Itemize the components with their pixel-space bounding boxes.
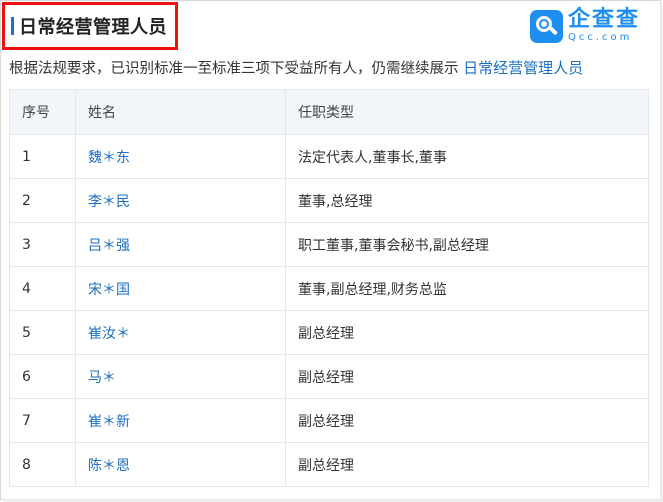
table-row: 7 崔＊新 副总经理 [9, 398, 649, 443]
row-index: 7 [9, 398, 76, 443]
row-role: 职工董事,董事会秘书,副总经理 [285, 222, 649, 267]
title-accent-bar [11, 17, 14, 35]
row-index: 2 [9, 178, 76, 223]
row-index: 8 [9, 442, 76, 487]
table-row: 3 吕＊强 职工董事,董事会秘书,副总经理 [9, 222, 649, 267]
row-role: 副总经理 [285, 310, 649, 355]
row-role: 副总经理 [285, 398, 649, 443]
section-title-highlight: 日常经营管理人员 [2, 2, 178, 50]
regulation-notice: 根据法规要求，已识别标准一至标准三项下受益所有人，仍需继续展示 日常经营管理人员 [9, 57, 583, 78]
person-name-link[interactable]: 崔＊新 [75, 398, 286, 443]
table-row: 4 宋＊国 董事,副总经理,财务总监 [9, 266, 649, 311]
logo-domain: Qcc.com [568, 32, 633, 43]
magnifier-icon [530, 9, 563, 43]
row-index: 5 [9, 310, 76, 355]
row-role: 董事,总经理 [285, 178, 649, 223]
row-index: 4 [9, 266, 76, 311]
person-name-link[interactable]: 魏＊东 [75, 134, 286, 179]
table-row: 8 陈＊恩 副总经理 [9, 442, 649, 487]
table-row: 1 魏＊东 法定代表人,董事长,董事 [9, 134, 649, 179]
person-name-link[interactable]: 陈＊恩 [75, 442, 286, 487]
column-header-role: 任职类型 [285, 89, 649, 135]
table-row: 2 李＊民 董事,总经理 [9, 178, 649, 223]
row-index: 6 [9, 354, 76, 399]
person-name-link[interactable]: 宋＊国 [75, 266, 286, 311]
logo-text: 企查查 [568, 7, 641, 32]
qcc-logo: 企查查 Qcc.com [530, 8, 640, 44]
table-header-row: 序号 姓名 任职类型 [9, 89, 649, 135]
column-header-name: 姓名 [75, 89, 286, 135]
notice-link[interactable]: 日常经营管理人员 [463, 59, 583, 77]
row-role: 副总经理 [285, 442, 649, 487]
column-header-index: 序号 [9, 89, 76, 135]
notice-text: 根据法规要求，已识别标准一至标准三项下受益所有人，仍需继续展示 [9, 61, 464, 77]
person-name-link[interactable]: 吕＊强 [75, 222, 286, 267]
management-table: 序号 姓名 任职类型 1 魏＊东 法定代表人,董事长,董事 2 李＊民 董事,总… [9, 89, 649, 487]
person-name-link[interactable]: 马＊ [75, 354, 286, 399]
person-name-link[interactable]: 李＊民 [75, 178, 286, 223]
row-role: 副总经理 [285, 354, 649, 399]
person-name-link[interactable]: 崔汝＊ [75, 310, 286, 355]
row-role: 法定代表人,董事长,董事 [285, 134, 649, 179]
table-row: 6 马＊ 副总经理 [9, 354, 649, 399]
row-role: 董事,副总经理,财务总监 [285, 266, 649, 311]
row-index: 1 [9, 134, 76, 179]
row-index: 3 [9, 222, 76, 267]
table-row: 5 崔汝＊ 副总经理 [9, 310, 649, 355]
section-title: 日常经营管理人员 [19, 17, 167, 38]
